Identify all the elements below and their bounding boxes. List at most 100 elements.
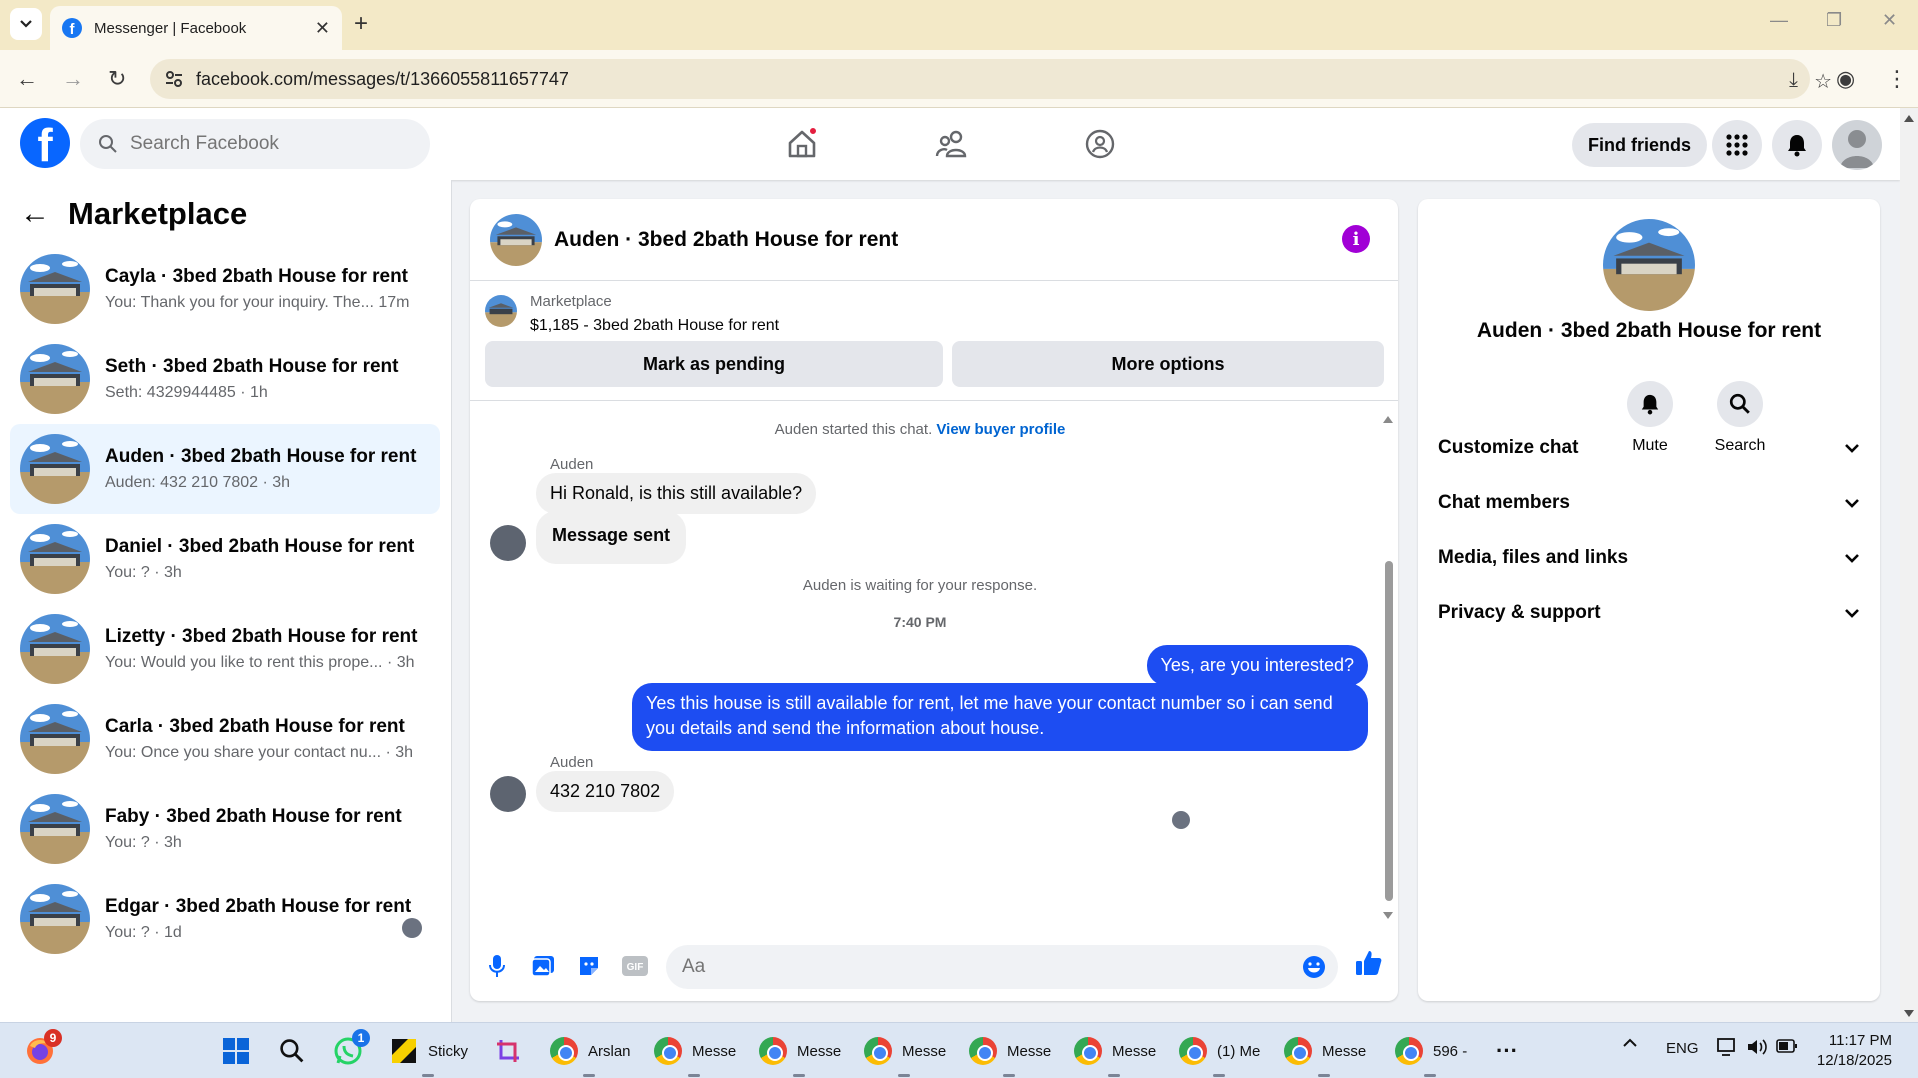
sender-name: Auden bbox=[550, 456, 594, 473]
chrome-icon bbox=[1284, 1037, 1312, 1065]
mark-as-pending-button[interactable]: Mark as pending bbox=[485, 341, 943, 387]
incoming-message[interactable]: Hi Ronald, is this still available? bbox=[536, 473, 817, 514]
forward-arrow-icon[interactable]: → bbox=[62, 66, 84, 92]
taskbar-chrome-messenger-3[interactable]: Messe bbox=[862, 1031, 946, 1077]
input-language[interactable]: ENG bbox=[1666, 1040, 1699, 1057]
chat-title[interactable]: Auden · 3bed 2bath House for rent bbox=[554, 228, 898, 252]
find-friends-button[interactable]: Find friends bbox=[1572, 123, 1707, 167]
info-icon[interactable]: i bbox=[1342, 225, 1370, 253]
taskbar-overflow-icon[interactable]: ··· bbox=[1496, 1031, 1518, 1071]
conversation-item-lizetty[interactable]: Lizetty · 3bed 2bath House for rent You:… bbox=[10, 604, 440, 694]
minimize-icon[interactable]: — bbox=[1770, 10, 1788, 31]
browser-tab-active[interactable]: f Messenger | Facebook ✕ bbox=[50, 6, 342, 50]
bell-icon[interactable] bbox=[1627, 381, 1673, 427]
conversation-item-seth[interactable]: Seth · 3bed 2bath House for rent Seth: 4… bbox=[10, 334, 440, 424]
taskbar-chrome-messenger-5[interactable]: Messe bbox=[1072, 1031, 1156, 1077]
taskbar-chrome-arslan[interactable]: Arslan bbox=[548, 1031, 631, 1077]
facebook-logo-icon[interactable]: f bbox=[20, 118, 70, 168]
more-options-button[interactable]: More options bbox=[952, 341, 1384, 387]
gif-icon[interactable]: GIF bbox=[620, 951, 650, 981]
network-icon[interactable] bbox=[1716, 1037, 1738, 1061]
conversation-item-auden[interactable]: Auden · 3bed 2bath House for rent Auden:… bbox=[10, 424, 440, 514]
taskbar-sticky-notes[interactable]: Sticky bbox=[388, 1031, 468, 1077]
window-close-icon[interactable]: ✕ bbox=[1882, 10, 1897, 31]
restore-icon[interactable]: ❐ bbox=[1826, 10, 1842, 31]
sender-avatar[interactable] bbox=[490, 776, 526, 812]
scroll-down-icon[interactable] bbox=[1904, 1010, 1914, 1018]
house-thumbnail[interactable] bbox=[490, 213, 542, 266]
bookmark-star-icon[interactable]: ☆ bbox=[1814, 69, 1832, 94]
volume-icon[interactable] bbox=[1746, 1037, 1768, 1061]
running-indicator bbox=[422, 1074, 434, 1077]
listing-thumbnail[interactable] bbox=[485, 295, 517, 327]
message-input[interactable] bbox=[682, 956, 1282, 978]
taskbar-search[interactable] bbox=[276, 1031, 308, 1071]
back-arrow-icon[interactable]: ← bbox=[20, 197, 60, 231]
conversation-item-daniel[interactable]: Daniel · 3bed 2bath House for rent You: … bbox=[10, 514, 440, 604]
house-thumbnail bbox=[20, 254, 90, 324]
search-icon[interactable] bbox=[1717, 381, 1763, 427]
message-sent-card[interactable]: Message sent bbox=[536, 511, 687, 564]
listing-price[interactable]: $1,185 - 3bed 2bath House for rent bbox=[530, 317, 779, 335]
taskbar-chrome-messenger-4[interactable]: Messe bbox=[967, 1031, 1051, 1077]
sticker-icon[interactable] bbox=[574, 951, 604, 981]
system-clock[interactable]: 11:17 PM 12/18/2025 bbox=[1812, 1031, 1892, 1071]
show-hidden-icons-chevron-up-icon[interactable] bbox=[1622, 1035, 1638, 1052]
facebook-search-box[interactable] bbox=[80, 119, 430, 169]
page-scrollbar[interactable] bbox=[1900, 108, 1918, 1022]
url-field[interactable]: facebook.com/messages/t/1366055811657747 bbox=[150, 59, 1810, 99]
tab-close-icon[interactable]: ✕ bbox=[315, 18, 330, 39]
chat-members-section[interactable]: Chat members bbox=[1438, 480, 1860, 526]
outgoing-message[interactable]: Yes, are you interested? bbox=[1146, 645, 1368, 686]
taskbar-label: Messe bbox=[1322, 1042, 1367, 1060]
scroll-up-icon[interactable] bbox=[1904, 114, 1914, 122]
install-app-icon[interactable]: ⤓ bbox=[1789, 69, 1798, 92]
taskbar-chrome-one-me[interactable]: (1) Me bbox=[1177, 1031, 1260, 1077]
facebook-search-input[interactable] bbox=[130, 133, 410, 155]
emoji-icon[interactable] bbox=[1302, 955, 1326, 984]
battery-icon[interactable] bbox=[1776, 1038, 1798, 1058]
sender-avatar[interactable] bbox=[490, 525, 526, 561]
reload-icon[interactable]: ↻ bbox=[108, 66, 126, 92]
nav-friends[interactable] bbox=[934, 126, 970, 162]
conversation-item-faby[interactable]: Faby · 3bed 2bath House for rent You: ? … bbox=[10, 784, 440, 874]
taskbar-chrome-messenger-1[interactable]: Messe bbox=[652, 1031, 736, 1077]
nav-home[interactable] bbox=[784, 126, 820, 162]
notifications-button[interactable] bbox=[1772, 120, 1822, 170]
back-arrow-icon[interactable]: ← bbox=[16, 66, 38, 92]
scroll-up-icon[interactable] bbox=[1382, 414, 1394, 424]
message-input-box[interactable] bbox=[666, 945, 1338, 989]
listing-photo[interactable] bbox=[1603, 219, 1695, 311]
taskbar-snipping-tool[interactable] bbox=[492, 1031, 524, 1071]
running-indicator bbox=[1003, 1074, 1016, 1077]
conversation-item-carla[interactable]: Carla · 3bed 2bath House for rent You: O… bbox=[10, 694, 440, 784]
scroll-down-icon[interactable] bbox=[1382, 911, 1394, 921]
thread-scrollbar[interactable] bbox=[1382, 411, 1394, 921]
browser-menu-icon[interactable]: ⋮ bbox=[1886, 66, 1908, 92]
taskbar-chrome-messenger-6[interactable]: Messe bbox=[1282, 1031, 1367, 1077]
outgoing-message[interactable]: Yes this house is still available for re… bbox=[632, 683, 1368, 751]
taskbar-whatsapp[interactable]: 1 bbox=[332, 1029, 370, 1071]
microphone-icon[interactable] bbox=[482, 951, 512, 981]
like-thumbs-up-icon[interactable] bbox=[1354, 948, 1384, 978]
conversation-item-cayla[interactable]: Cayla · 3bed 2bath House for rent You: T… bbox=[10, 244, 440, 334]
site-settings-icon[interactable] bbox=[164, 69, 184, 89]
account-avatar[interactable] bbox=[1832, 120, 1882, 170]
conversation-item-edgar[interactable]: Edgar · 3bed 2bath House for rent You: ?… bbox=[10, 874, 440, 964]
privacy-support-section[interactable]: Privacy & support bbox=[1438, 590, 1860, 636]
media-files-links-section[interactable]: Media, files and links bbox=[1438, 535, 1860, 581]
customize-chat-section[interactable]: Customize chat bbox=[1438, 425, 1860, 471]
profile-icon[interactable]: ◉ bbox=[1836, 66, 1855, 92]
view-buyer-profile-link[interactable]: View buyer profile bbox=[936, 421, 1065, 438]
taskbar-chrome-596[interactable]: 596 - bbox=[1393, 1031, 1467, 1077]
taskbar-start[interactable] bbox=[220, 1031, 252, 1071]
new-tab-button[interactable]: + bbox=[354, 10, 368, 38]
scrollbar-thumb[interactable] bbox=[1385, 561, 1393, 901]
photo-icon[interactable] bbox=[528, 951, 558, 981]
tab-search-dropdown[interactable] bbox=[10, 8, 42, 40]
menu-grid-button[interactable] bbox=[1712, 120, 1762, 170]
incoming-message[interactable]: 432 210 7802 bbox=[536, 771, 675, 812]
nav-groups[interactable] bbox=[1082, 126, 1118, 162]
taskbar-firefox[interactable]: 9 bbox=[24, 1029, 62, 1071]
taskbar-chrome-messenger-2[interactable]: Messe bbox=[757, 1031, 841, 1077]
